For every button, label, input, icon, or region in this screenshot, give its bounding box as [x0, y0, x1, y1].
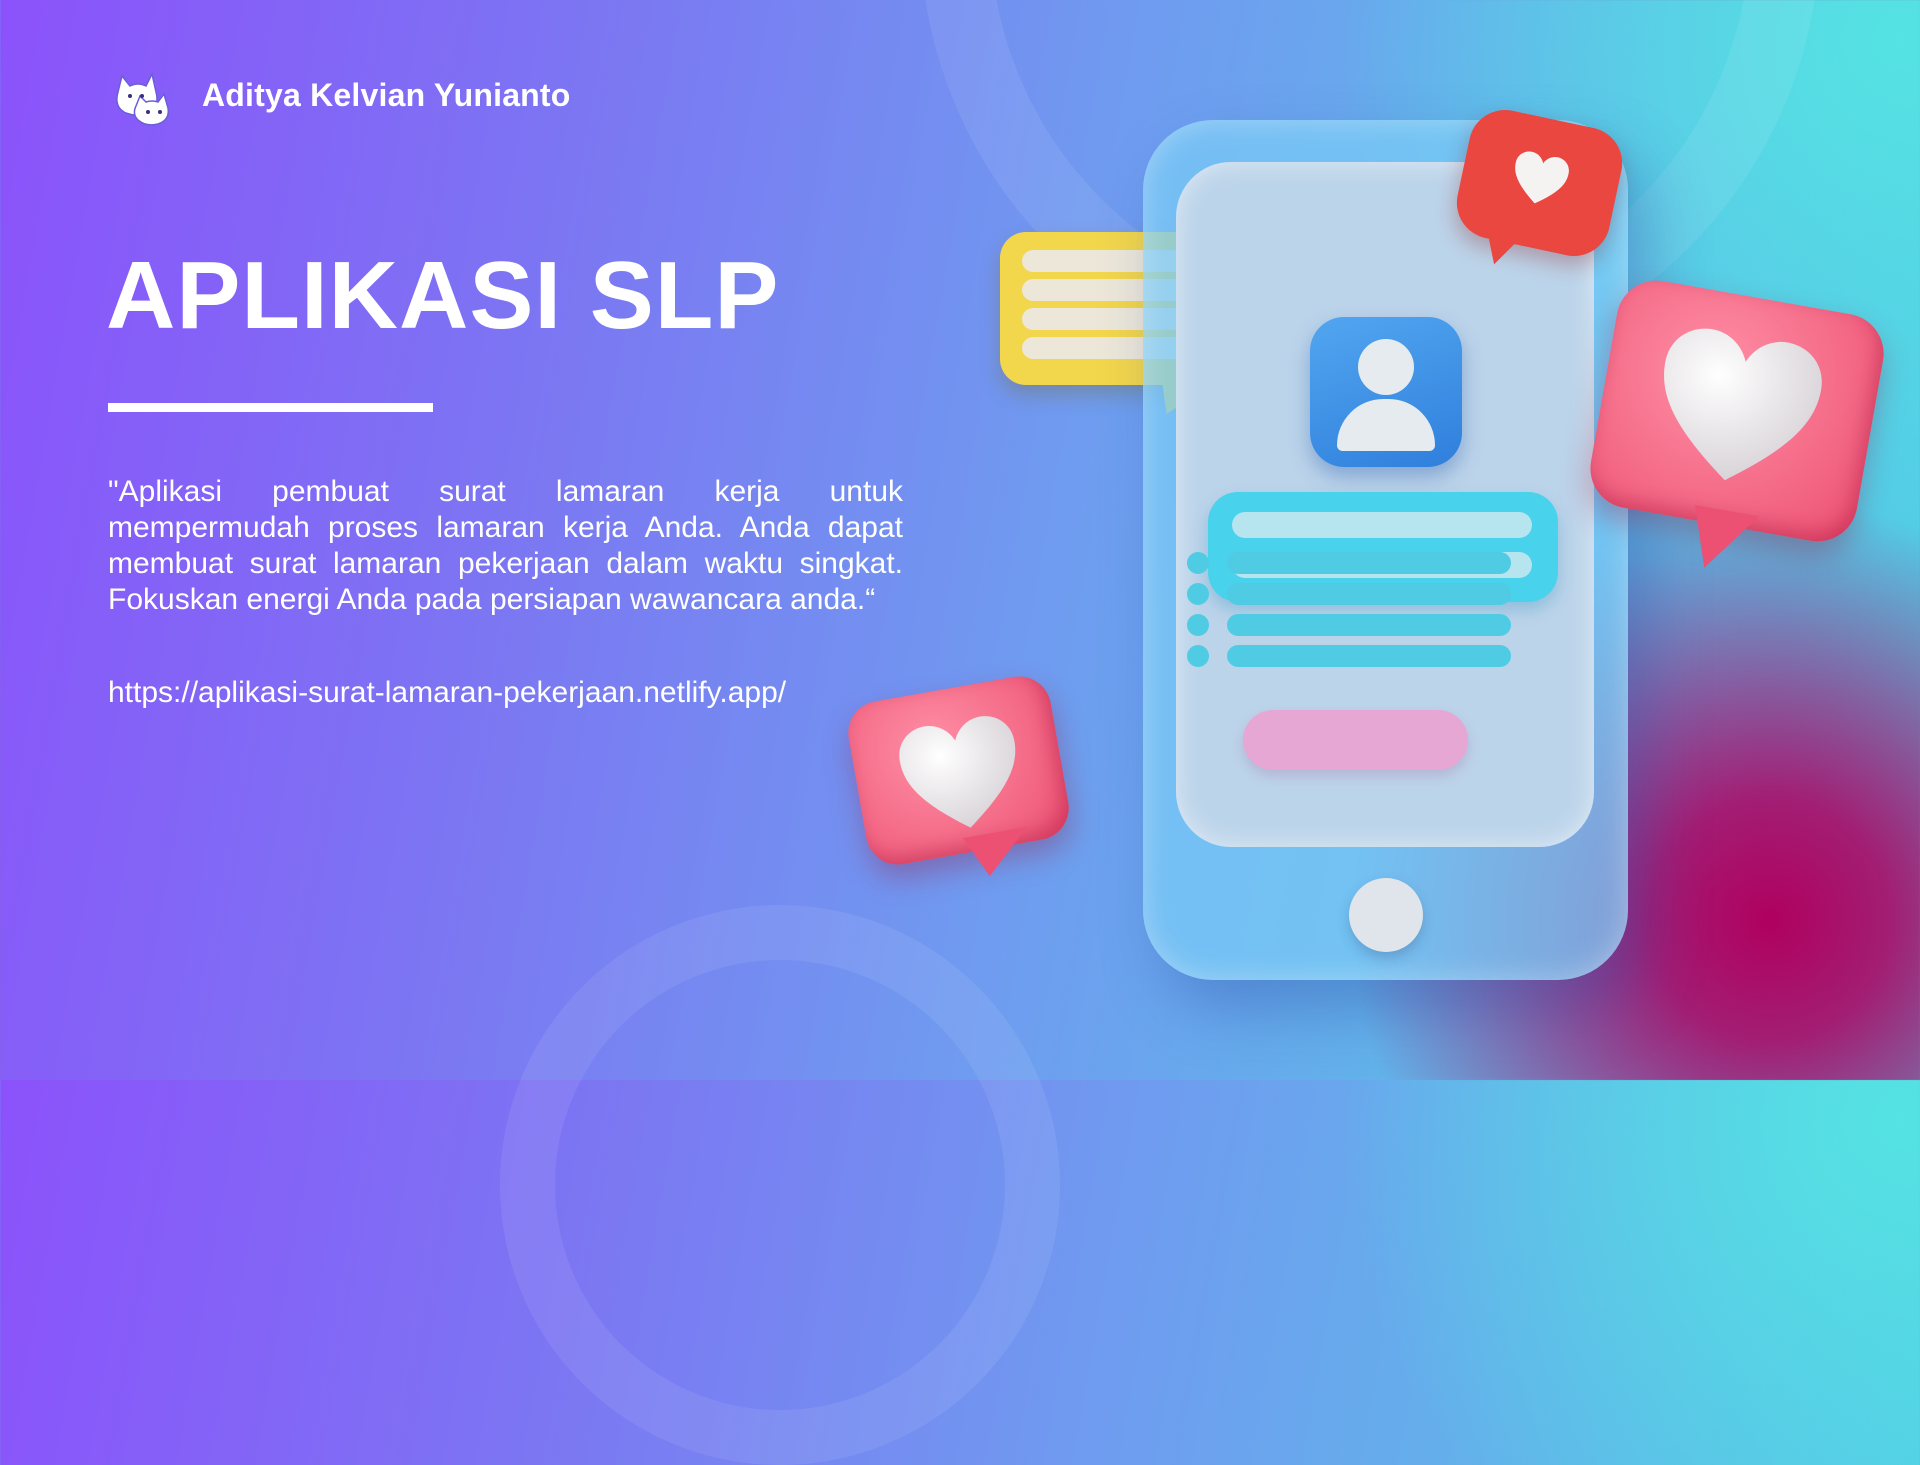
heart-icon	[1515, 151, 1569, 204]
phone-action-button	[1243, 710, 1468, 770]
list-item	[1187, 583, 1511, 605]
app-url-link[interactable]: https://aplikasi-surat-lamaran-pekerjaan…	[108, 676, 786, 710]
list-bar	[1227, 645, 1511, 667]
heart-bubble-icon	[1584, 274, 1890, 576]
bullet-icon	[1187, 614, 1209, 636]
user-icon-body	[1337, 399, 1435, 451]
bullet-icon	[1187, 645, 1209, 667]
page-title: APLIKASI SLP	[106, 242, 780, 349]
list-bar	[1227, 583, 1511, 605]
heart-bubble-icon	[843, 671, 1074, 880]
title-underline	[108, 403, 433, 412]
list-item	[1187, 614, 1511, 636]
form-line	[1232, 512, 1532, 538]
bullet-icon	[1187, 583, 1209, 605]
decorative-ring-bottom	[500, 905, 1060, 1465]
heart-icon	[899, 716, 1016, 828]
heart-icon	[1664, 328, 1822, 481]
list-bar	[1227, 552, 1511, 574]
app-description: "Aplikasi pembuat surat lamaran kerja un…	[108, 475, 903, 616]
cat-mascot-logo-icon	[116, 71, 170, 126]
user-icon-head	[1358, 339, 1414, 395]
bullet-icon	[1187, 552, 1209, 574]
bubble-tail	[1684, 505, 1760, 576]
author-name: Aditya Kelvian Yunianto	[202, 76, 571, 113]
bubble-tail	[962, 826, 1035, 880]
brand-header: Aditya Kelvian Yunianto	[110, 62, 571, 128]
list-bar	[1227, 614, 1511, 636]
list-item	[1187, 645, 1511, 667]
phone-home-button	[1349, 878, 1423, 952]
user-icon	[1310, 317, 1462, 467]
list-item	[1187, 552, 1511, 574]
